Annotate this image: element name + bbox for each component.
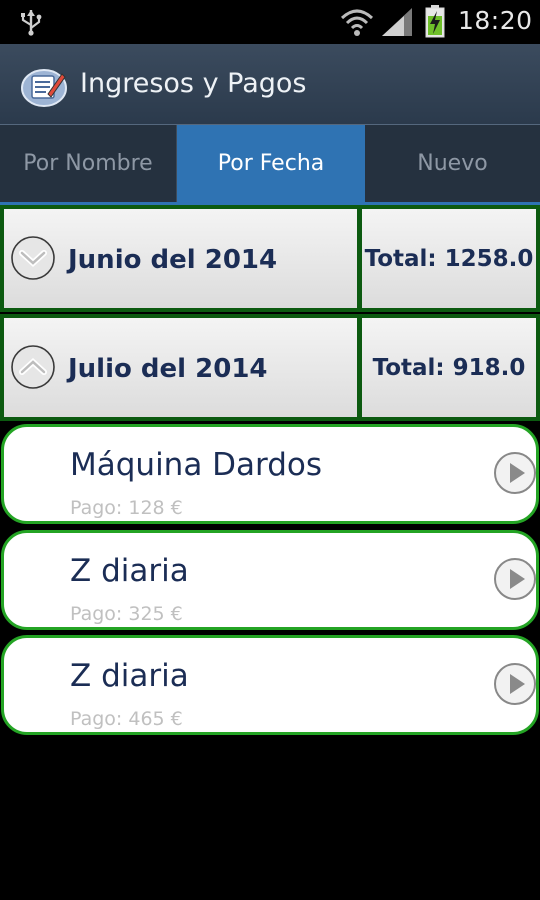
group-total: Total: 1258.0 (364, 245, 534, 272)
battery-charging-icon (425, 5, 445, 38)
item-title: Máquina Dardos (70, 447, 323, 483)
list-item[interactable]: Z diaria Pago: 325 € (0, 528, 540, 632)
chevron-down-icon[interactable] (10, 235, 56, 281)
group-total-cell: Total: 1258.0 (362, 209, 536, 308)
item-title: Z diaria (70, 553, 189, 589)
group-total: Total: 918.0 (372, 354, 526, 381)
group-header-junio[interactable]: Junio del 2014 Total: 1258.0 (0, 205, 540, 312)
app-title: Ingresos y Pagos (80, 68, 307, 99)
item-subtitle: Pago: 128 € (70, 497, 183, 519)
tab-bar: Por Nombre Por Fecha Nuevo (0, 125, 540, 205)
usb-icon (21, 10, 42, 36)
item-subtitle: Pago: 325 € (70, 603, 183, 625)
list-item-card[interactable]: Z diaria Pago: 465 € (1, 635, 539, 735)
item-subtitle: Pago: 465 € (70, 708, 183, 730)
list-item[interactable]: Máquina Dardos Pago: 128 € (0, 422, 540, 526)
signal-icon (382, 8, 412, 36)
group-month-label: Junio del 2014 (68, 245, 278, 275)
item-title: Z diaria (70, 658, 189, 694)
list-item[interactable]: Z diaria Pago: 465 € (0, 633, 540, 737)
action-bar: Ingresos y Pagos (0, 44, 540, 125)
chevron-up-icon[interactable] (10, 344, 56, 390)
play-icon[interactable] (493, 557, 537, 601)
tab-nuevo[interactable]: Nuevo (365, 125, 540, 202)
group-label-cell[interactable]: Junio del 2014 (4, 209, 357, 308)
notepad-pen-icon[interactable] (20, 64, 68, 108)
tab-por-fecha[interactable]: Por Fecha (177, 125, 365, 202)
group-month-label: Julio del 2014 (68, 354, 268, 384)
tab-por-nombre[interactable]: Por Nombre (0, 125, 177, 202)
status-bar: 18:20 (0, 0, 540, 44)
list-item-card[interactable]: Z diaria Pago: 325 € (1, 530, 539, 630)
group-total-cell: Total: 918.0 (362, 318, 536, 417)
status-clock: 18:20 (458, 6, 533, 35)
play-icon[interactable] (493, 662, 537, 706)
wifi-icon (340, 9, 374, 36)
list-item-card[interactable]: Máquina Dardos Pago: 128 € (1, 424, 539, 524)
play-icon[interactable] (493, 451, 537, 495)
group-label-cell[interactable]: Julio del 2014 (4, 318, 357, 417)
group-header-julio[interactable]: Julio del 2014 Total: 918.0 (0, 314, 540, 421)
